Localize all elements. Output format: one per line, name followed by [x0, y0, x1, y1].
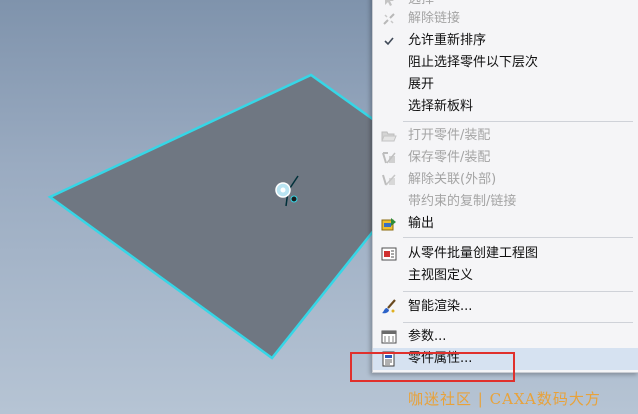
- context-menu: 选择 解除链接 允许重新排序 阻止选择零件以下层次 展开 选择新板料 打开零件/…: [372, 0, 638, 373]
- folder-open-icon: [381, 128, 397, 144]
- menu-separator: [403, 121, 633, 122]
- cursor-icon: [381, 0, 397, 8]
- menu-separator: [403, 322, 633, 323]
- menu-item-block-sub-selection[interactable]: 阻止选择零件以下层次: [373, 52, 638, 74]
- batch-drawing-icon: [381, 246, 397, 262]
- checkmark-icon: [381, 33, 397, 49]
- menu-item-smart-render[interactable]: 智能渲染...: [373, 296, 638, 318]
- menu-item-unlink[interactable]: 解除链接: [373, 8, 638, 30]
- menu-item-main-view-definition[interactable]: 主视图定义: [373, 265, 638, 287]
- menu-item-open-part[interactable]: 打开零件/装配: [373, 125, 638, 147]
- watermark-text: 咖迷社区 | CAXA数码大方: [408, 390, 601, 408]
- unlink-icon: [381, 11, 397, 27]
- paintbrush-icon: [381, 299, 397, 315]
- menu-item-allow-reorder[interactable]: 允许重新排序: [373, 30, 638, 52]
- menu-item-copy-with-constraints[interactable]: 带约束的复制/链接: [373, 191, 638, 213]
- menu-separator: [403, 291, 633, 292]
- menu-item-export[interactable]: 输出: [373, 213, 638, 235]
- menu-separator: [403, 237, 633, 238]
- highlight-annotation-box: [350, 352, 515, 382]
- menu-item-parameters[interactable]: 参数...: [373, 326, 638, 348]
- menu-item-batch-create-drawings[interactable]: 从零件批量创建工程图: [373, 243, 638, 265]
- menu-item-select-new-sheet[interactable]: 选择新板料: [373, 96, 638, 118]
- parameters-icon: [381, 329, 397, 345]
- save-part-icon: [381, 150, 397, 166]
- menu-item-break-external-link[interactable]: 解除关联(外部): [373, 169, 638, 191]
- break-link-icon: [381, 172, 397, 188]
- menu-item-save-part[interactable]: 保存零件/装配: [373, 147, 638, 169]
- export-icon: [381, 216, 397, 232]
- menu-item-expand[interactable]: 展开: [373, 74, 638, 96]
